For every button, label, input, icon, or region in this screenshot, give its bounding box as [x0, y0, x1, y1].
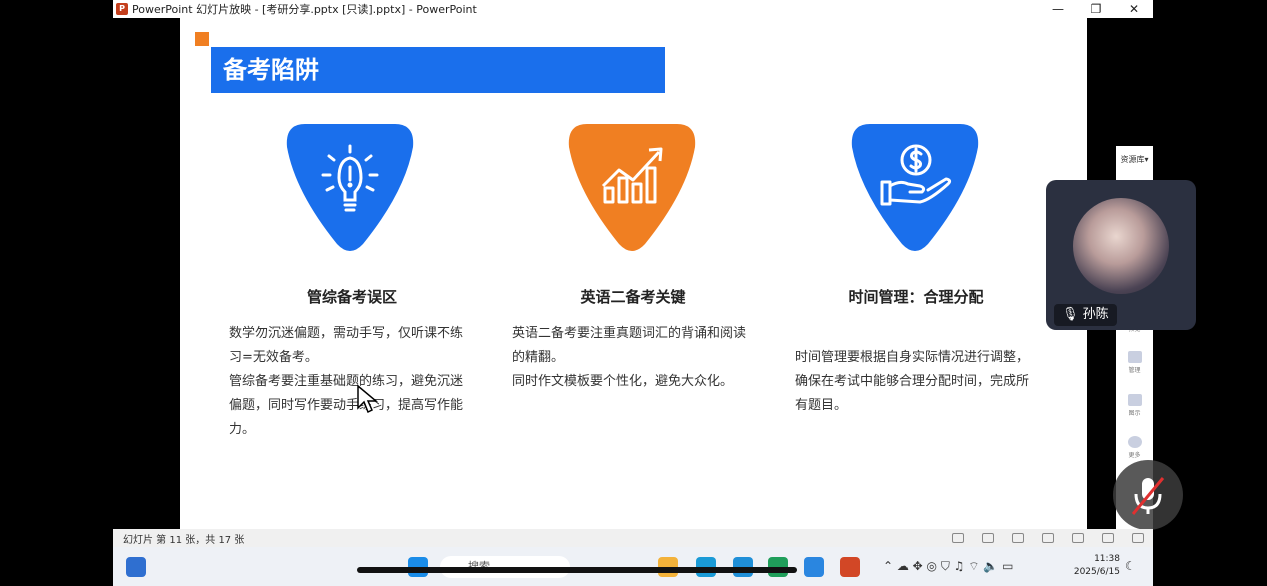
body-line: 力。: [229, 422, 256, 437]
minimize-button[interactable]: —: [1039, 0, 1077, 18]
body-line: 的精翻。: [512, 350, 565, 365]
meeting-app-icon[interactable]: [804, 557, 824, 577]
accent-square: [195, 32, 209, 46]
column-body: 数学勿沉迷偏题，需动手写，仅听课不练 习=无效备考。 管综备考要注重基础题的练习…: [229, 322, 479, 442]
lightbulb-icon: [286, 124, 414, 251]
resource-library-button[interactable]: 资源库▾: [1116, 154, 1153, 165]
slide-sorter-icon[interactable]: [1072, 533, 1084, 543]
body-line: 有题目。: [795, 398, 848, 413]
widgets-icon[interactable]: [126, 557, 146, 577]
notification-icon[interactable]: ☾: [1125, 559, 1136, 573]
body-line: 英语二备考要注重真题词汇的背诵和阅读: [512, 326, 747, 341]
clock-time: 11:38: [1094, 554, 1120, 564]
slide-canvas[interactable]: 备考陷阱 管综备考误区 数学勿沉迷偏题，需动手写，仅听课不练 习=无效备考。 管…: [180, 18, 1087, 529]
body-line: 同时作文模板要个性化，避免大众化。: [512, 374, 734, 389]
body-line: 时间管理要根据自身实际情况进行调整，: [795, 350, 1030, 365]
side-item-label: 更多: [1128, 452, 1141, 459]
body-line: 数学勿沉迷偏题，需动手写，仅听课不练: [229, 326, 464, 341]
powerpoint-app-icon: P: [116, 3, 128, 15]
body-line: 管综备考要注重基础题的练习，避免沉迷: [229, 374, 464, 389]
participant-avatar: [1073, 198, 1169, 294]
next-slide-icon[interactable]: [1012, 533, 1024, 543]
column-body: 英语二备考要注重真题词汇的背诵和阅读 的精翻。 同时作文模板要个性化，避免大众化…: [512, 322, 762, 394]
body-line: 偏题，同时写作要动手练习，提高写作能: [229, 398, 464, 413]
money-hand-icon: [851, 124, 979, 251]
side-item-manage[interactable]: 管理: [1116, 351, 1153, 374]
prev-slide-icon[interactable]: [952, 533, 964, 543]
system-tray-icons[interactable]: ⌃ ☁ ✥ ◎ ⛉ ♫ ⌔ 🔈 ▭: [883, 559, 1013, 574]
slide-title: 备考陷阱: [211, 47, 665, 93]
normal-view-icon[interactable]: [1042, 533, 1054, 543]
side-item-diagram[interactable]: 图示: [1116, 394, 1153, 417]
column-heading: 时间管理：合理分配: [848, 288, 984, 306]
more-icon: [1127, 436, 1142, 448]
clock-date: 2025/6/15: [1073, 567, 1120, 577]
window-title: PowerPoint 幻灯片放映 - [考研分享.pptx [只读].pptx]…: [132, 3, 477, 16]
side-item-more[interactable]: 更多: [1116, 436, 1153, 459]
video-overlay[interactable]: 🎙 孙陈: [1046, 180, 1196, 330]
manage-icon: [1127, 351, 1142, 363]
taskbar-clock[interactable]: 11:38 2025/6/15: [1068, 553, 1120, 579]
menu-icon[interactable]: [982, 533, 994, 543]
slideshow-icon[interactable]: [1132, 533, 1144, 543]
reading-view-icon[interactable]: [1102, 533, 1114, 543]
participant-name-tag: 🎙 孙陈: [1054, 304, 1117, 326]
mouse-cursor-icon: [357, 384, 378, 414]
mute-mic-button[interactable]: [1113, 460, 1183, 530]
column-heading: 管综备考误区: [306, 288, 397, 306]
growth-chart-icon: [568, 124, 696, 251]
status-bar: 幻灯片 第 11 张，共 17 张: [113, 529, 1153, 547]
mic-icon: 🎙: [1062, 307, 1079, 322]
mic-muted-icon: [1131, 477, 1165, 515]
powerpoint-taskbar-icon[interactable]: [840, 557, 860, 577]
video-progress-bar[interactable]: [357, 567, 797, 573]
body-line: 确保在考试中能够合理分配时间，完成所: [795, 374, 1030, 389]
side-item-label: 管理: [1128, 367, 1141, 374]
column-body: 时间管理要根据自身实际情况进行调整， 确保在考试中能够合理分配时间，完成所 有题…: [795, 346, 1045, 418]
slide-counter: 幻灯片 第 11 张，共 17 张: [123, 534, 245, 546]
diagram-icon: [1127, 394, 1142, 406]
participant-name: 孙陈: [1082, 307, 1109, 322]
window-titlebar: P PowerPoint 幻灯片放映 - [考研分享.pptx [只读].ppt…: [113, 0, 1153, 18]
column-heading: 英语二备考关键: [580, 288, 686, 306]
body-line: 习=无效备考。: [229, 350, 318, 365]
side-item-label: 图示: [1128, 410, 1141, 417]
close-button[interactable]: ✕: [1115, 0, 1153, 18]
restore-button[interactable]: ❐: [1077, 0, 1115, 18]
